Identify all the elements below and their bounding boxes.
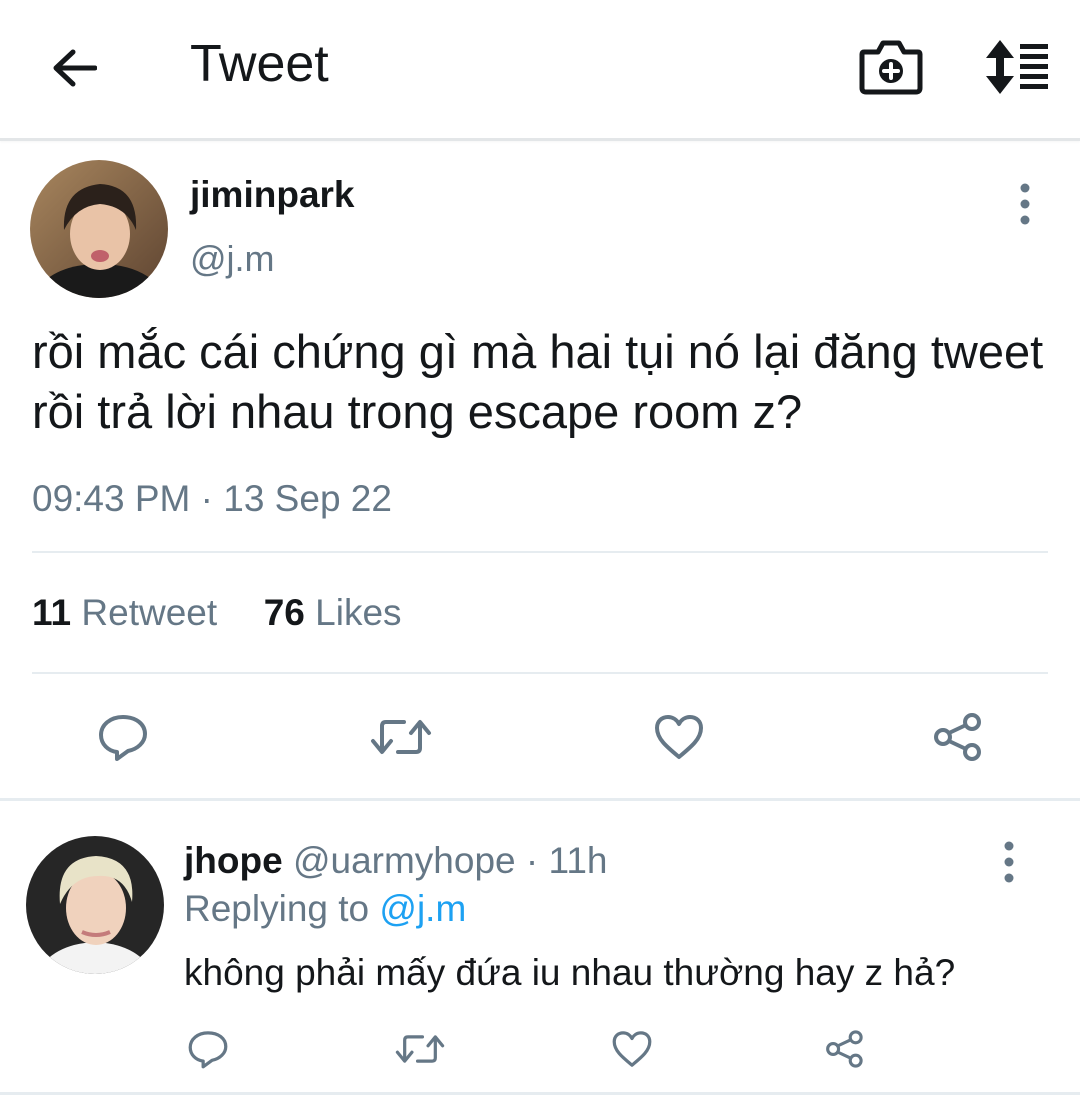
tweet-more-button[interactable]	[1008, 180, 1042, 228]
share-icon	[934, 713, 981, 761]
replying-to-prefix: Replying to	[184, 888, 370, 929]
sort-button[interactable]	[980, 38, 1054, 96]
more-vertical-icon	[1020, 183, 1030, 225]
retweet-button[interactable]	[366, 706, 436, 768]
like-icon	[612, 1031, 652, 1067]
reply-author-handle[interactable]: @uarmyhope	[293, 840, 516, 881]
reply-header: jhope @uarmyhope · 11h	[184, 840, 608, 882]
camera-button[interactable]	[858, 36, 924, 98]
bottom-separator	[0, 1092, 1080, 1095]
reply-share-button[interactable]	[816, 1024, 872, 1074]
reply-button[interactable]	[88, 706, 158, 768]
reply-author-name[interactable]: jhope	[184, 840, 283, 881]
author-name[interactable]: jiminpark	[190, 174, 355, 216]
section-separator	[0, 798, 1080, 801]
reply-author-avatar[interactable]	[26, 836, 164, 974]
reply-time-separator: ·	[525, 840, 539, 881]
retweet-label[interactable]: Retweet	[81, 592, 217, 633]
retweet-icon	[371, 720, 431, 754]
reply-like-button[interactable]	[604, 1024, 660, 1074]
app-header: Tweet	[0, 0, 1080, 141]
page-title: Tweet	[190, 35, 329, 93]
retweet-count[interactable]: 11	[32, 592, 71, 633]
author-handle[interactable]: @j.m	[190, 238, 275, 280]
replying-to-mention[interactable]: @j.m	[379, 888, 466, 929]
tweet-text: rồi mắc cái chứng gì mà hai tụi nó lại đ…	[32, 325, 1044, 438]
like-icon	[655, 715, 703, 759]
retweet-icon	[395, 1035, 445, 1063]
reply-more-button[interactable]	[992, 838, 1026, 886]
author-avatar[interactable]	[30, 160, 168, 298]
likes-label[interactable]: Likes	[315, 592, 401, 633]
back-button[interactable]	[44, 40, 104, 96]
reply-retweet-button[interactable]	[392, 1024, 448, 1074]
arrow-left-icon	[53, 49, 97, 87]
reply-text: không phải mấy đứa iu nhau thường hay z …	[184, 952, 956, 993]
likes-count[interactable]: 76	[264, 592, 305, 633]
reply-icon	[99, 715, 147, 761]
more-vertical-icon	[1004, 841, 1014, 883]
reply-reply-button[interactable]	[180, 1024, 236, 1074]
sort-list-icon	[986, 40, 1048, 94]
replying-to: Replying to @j.m	[184, 888, 466, 930]
reply-time: 11h	[548, 840, 608, 881]
tweet-stats: 11 Retweet 76 Likes	[32, 592, 402, 634]
share-button[interactable]	[922, 706, 992, 768]
divider	[32, 672, 1048, 674]
reply-icon	[188, 1031, 228, 1069]
tweet-timestamp: 09:43 PM · 13 Sep 22	[32, 478, 392, 519]
share-icon	[826, 1030, 863, 1068]
divider	[32, 551, 1048, 553]
camera-plus-icon	[859, 40, 923, 95]
like-button[interactable]	[644, 706, 714, 768]
